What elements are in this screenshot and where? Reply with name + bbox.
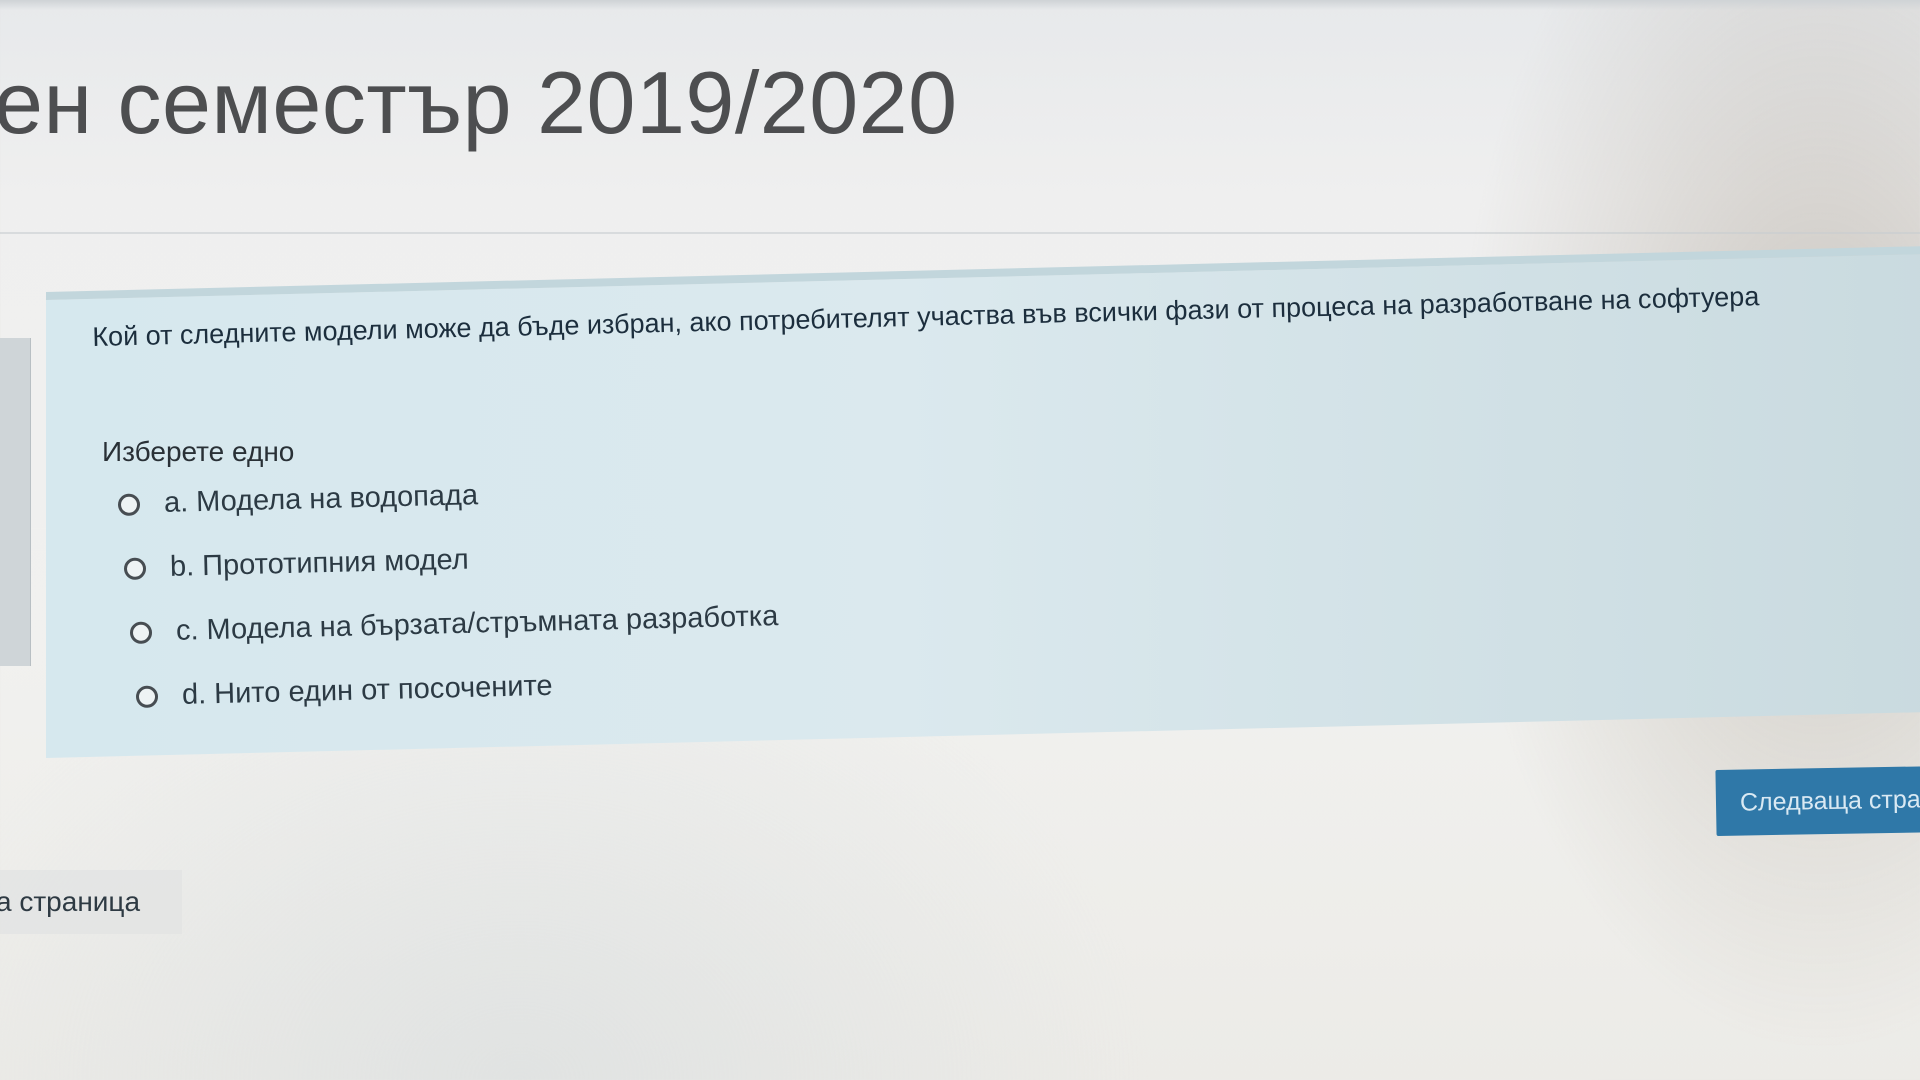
answer-prompt: Изберете едно (102, 436, 295, 467)
radio-c-icon[interactable] (129, 620, 153, 644)
radio-a-icon[interactable] (117, 492, 141, 516)
previous-page-label[interactable]: а страница (0, 886, 140, 918)
previous-page-link[interactable]: а страница (0, 870, 182, 934)
page-title: ен семестър 2019/2020 (0, 53, 958, 152)
radio-d-icon[interactable] (135, 684, 159, 708)
top-edge (0, 0, 1920, 10)
radio-b-icon[interactable] (123, 556, 147, 580)
next-page-button[interactable]: Следваща стра (1715, 766, 1920, 836)
question-info-panel (0, 338, 31, 666)
header-divider (0, 232, 1920, 234)
